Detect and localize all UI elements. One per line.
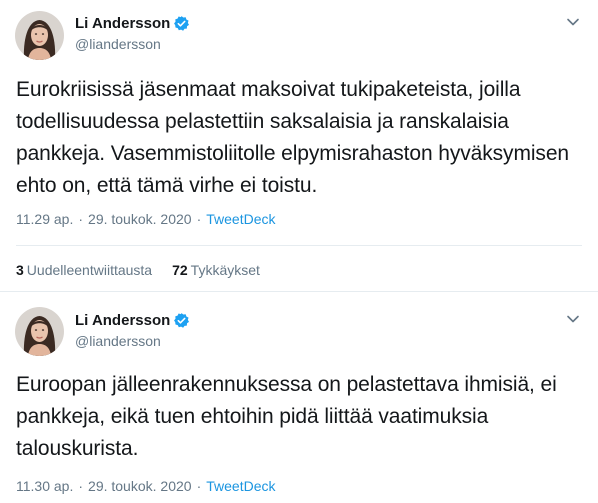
- tweet-author: Li Andersson @liandersson: [75, 311, 190, 349]
- tweet-source-link[interactable]: TweetDeck: [206, 211, 275, 227]
- meta-separator: ·: [78, 478, 84, 494]
- likes-stat[interactable]: 72 Tykkäykset: [172, 262, 260, 278]
- meta-separator: ·: [196, 478, 202, 494]
- chevron-down-icon[interactable]: [563, 309, 583, 329]
- tweet-source-link[interactable]: TweetDeck: [206, 478, 275, 494]
- author-display-name[interactable]: Li Andersson: [75, 312, 170, 329]
- avatar[interactable]: [15, 11, 64, 60]
- meta-separator: ·: [196, 211, 202, 227]
- tweet-date[interactable]: 29. toukok. 2020: [88, 211, 192, 227]
- tweet: Li Andersson @liandersson Euroopan jälle…: [0, 293, 598, 503]
- retweets-count: 3: [16, 262, 24, 278]
- tweet-meta: 11.30 ap. · 29. toukok. 2020 · TweetDeck: [16, 478, 275, 494]
- meta-separator: ·: [78, 211, 84, 227]
- author-handle[interactable]: @liandersson: [75, 333, 190, 349]
- tweet-text: Eurokriisissä jäsenmaat maksoivat tukipa…: [16, 78, 569, 197]
- tweet-divider: [0, 291, 598, 292]
- tweet-time[interactable]: 11.30 ap.: [16, 478, 73, 494]
- author-name-row[interactable]: Li Andersson: [75, 311, 190, 330]
- tweet-text: Euroopan jälleenrakennuksessa on pelaste…: [16, 373, 557, 460]
- verified-badge-icon: [173, 312, 190, 329]
- retweets-label: Uudelleentwiittausta: [26, 262, 153, 278]
- tweet-author: Li Andersson @liandersson: [75, 14, 190, 52]
- tweet-stats: 3 Uudelleentwiittausta 72 Tykkäykset: [16, 262, 280, 278]
- tweet-date[interactable]: 29. toukok. 2020: [88, 478, 192, 494]
- tweet-meta: 11.29 ap. · 29. toukok. 2020 · TweetDeck: [16, 211, 275, 227]
- author-display-name[interactable]: Li Andersson: [75, 15, 170, 32]
- retweets-stat[interactable]: 3 Uudelleentwiittausta: [16, 262, 152, 278]
- author-name-row[interactable]: Li Andersson: [75, 14, 190, 33]
- divider: [16, 245, 582, 246]
- likes-count: 72: [172, 262, 188, 278]
- verified-badge-icon: [173, 15, 190, 32]
- tweet-time[interactable]: 11.29 ap.: [16, 211, 73, 227]
- tweet: Li Andersson @liandersson Eurokriisissä …: [0, 0, 598, 292]
- chevron-down-icon[interactable]: [563, 12, 583, 32]
- author-handle[interactable]: @liandersson: [75, 36, 190, 52]
- likes-label: Tykkäykset: [190, 262, 260, 278]
- avatar[interactable]: [15, 307, 64, 356]
